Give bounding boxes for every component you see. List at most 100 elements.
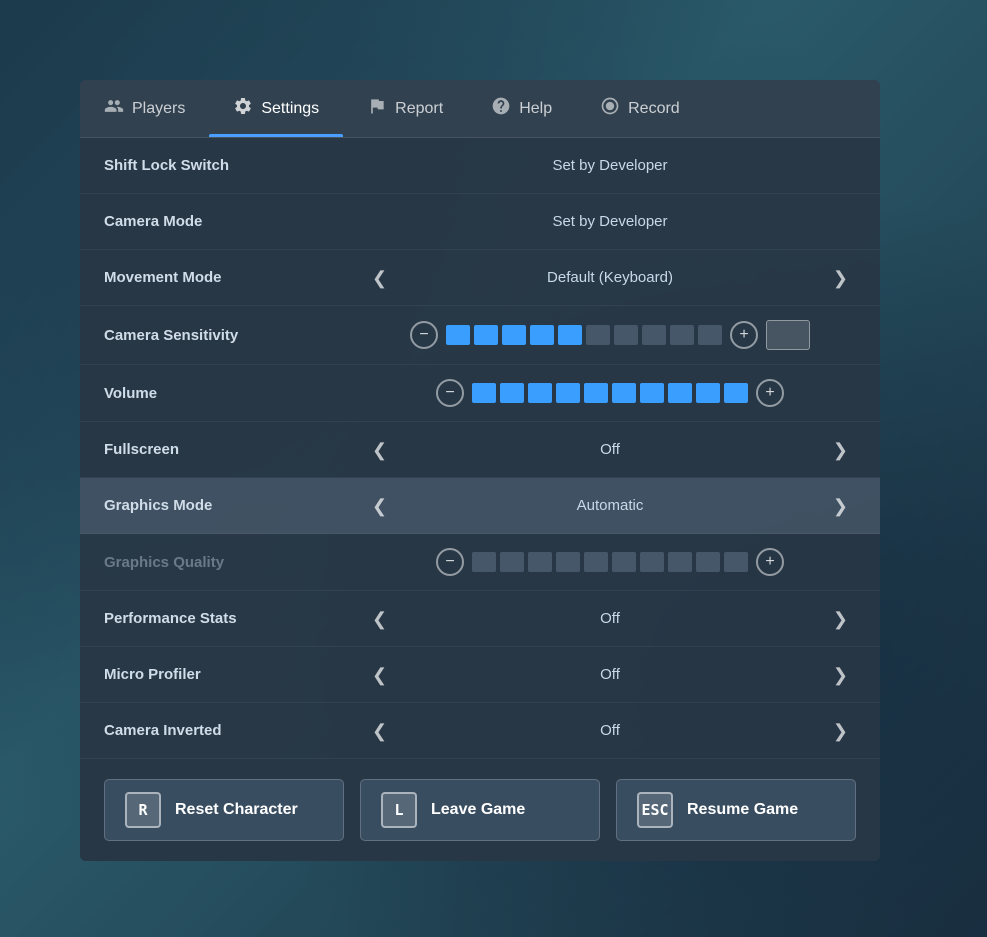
camera-sensitivity-input[interactable]: 1 bbox=[766, 320, 810, 350]
gq-bar-9 bbox=[696, 552, 720, 572]
bottom-buttons: R Reset Character L Leave Game ESC Resum… bbox=[80, 759, 880, 861]
graphics-mode-left[interactable]: ❮ bbox=[364, 493, 395, 519]
bar-7 bbox=[614, 325, 638, 345]
camera-inverted-control: ❮ Off ❯ bbox=[364, 718, 856, 744]
camera-mode-value: Set by Developer bbox=[364, 213, 856, 230]
setting-camera-mode: Camera Mode Set by Developer bbox=[80, 194, 880, 250]
gq-bar-6 bbox=[612, 552, 636, 572]
fullscreen-label: Fullscreen bbox=[104, 441, 364, 458]
tab-record-label: Record bbox=[628, 100, 680, 118]
flag-icon bbox=[367, 96, 387, 121]
tab-report-label: Report bbox=[395, 100, 443, 118]
vol-bar-8 bbox=[668, 383, 692, 403]
graphics-mode-label: Graphics Mode bbox=[104, 497, 364, 514]
bar-3 bbox=[502, 325, 526, 345]
bar-5 bbox=[558, 325, 582, 345]
movement-mode-label: Movement Mode bbox=[104, 269, 364, 286]
tab-settings[interactable]: Settings bbox=[209, 80, 343, 137]
graphics-quality-minus: − bbox=[436, 548, 464, 576]
micro-profiler-label: Micro Profiler bbox=[104, 666, 364, 683]
bar-10 bbox=[698, 325, 722, 345]
settings-panel: Players Settings Report bbox=[80, 80, 880, 861]
record-icon bbox=[600, 96, 620, 121]
setting-movement-mode: Movement Mode ❮ Default (Keyboard) ❯ bbox=[80, 250, 880, 306]
setting-shift-lock: Shift Lock Switch Set by Developer bbox=[80, 138, 880, 194]
performance-stats-control: ❮ Off ❯ bbox=[364, 606, 856, 632]
shift-lock-value: Set by Developer bbox=[364, 157, 856, 174]
tab-report[interactable]: Report bbox=[343, 80, 467, 137]
setting-volume: Volume − + bbox=[80, 365, 880, 422]
vol-bar-6 bbox=[612, 383, 636, 403]
camera-inverted-left[interactable]: ❮ bbox=[364, 718, 395, 744]
setting-fullscreen: Fullscreen ❮ Off ❯ bbox=[80, 422, 880, 478]
gq-bar-1 bbox=[472, 552, 496, 572]
reset-label: Reset Character bbox=[175, 801, 298, 819]
gq-bar-2 bbox=[500, 552, 524, 572]
leave-key-badge: L bbox=[381, 792, 417, 828]
bar-2 bbox=[474, 325, 498, 345]
graphics-mode-control: ❮ Automatic ❯ bbox=[364, 493, 856, 519]
movement-mode-left[interactable]: ❮ bbox=[364, 265, 395, 291]
resume-label: Resume Game bbox=[687, 801, 798, 819]
performance-stats-right[interactable]: ❯ bbox=[825, 606, 856, 632]
vol-bar-9 bbox=[696, 383, 720, 403]
micro-profiler-left[interactable]: ❮ bbox=[364, 662, 395, 688]
setting-camera-inverted: Camera Inverted ❮ Off ❯ bbox=[80, 703, 880, 759]
fullscreen-value: Off bbox=[403, 441, 817, 458]
fullscreen-right[interactable]: ❯ bbox=[825, 437, 856, 463]
camera-sensitivity-plus[interactable]: + bbox=[730, 321, 758, 349]
graphics-quality-label: Graphics Quality bbox=[104, 554, 364, 571]
reset-character-button[interactable]: R Reset Character bbox=[104, 779, 344, 841]
gear-icon bbox=[233, 96, 253, 121]
camera-sensitivity-bars bbox=[446, 325, 722, 345]
camera-sensitivity-label: Camera Sensitivity bbox=[104, 327, 364, 344]
camera-sensitivity-minus[interactable]: − bbox=[410, 321, 438, 349]
camera-sensitivity-slider: − + 1 bbox=[364, 320, 856, 350]
camera-mode-label: Camera Mode bbox=[104, 213, 364, 230]
vol-bar-4 bbox=[556, 383, 580, 403]
fullscreen-left[interactable]: ❮ bbox=[364, 437, 395, 463]
leave-game-button[interactable]: L Leave Game bbox=[360, 779, 600, 841]
volume-plus[interactable]: + bbox=[756, 379, 784, 407]
setting-performance-stats: Performance Stats ❮ Off ❯ bbox=[80, 591, 880, 647]
bar-8 bbox=[642, 325, 666, 345]
settings-content: Shift Lock Switch Set by Developer Camer… bbox=[80, 138, 880, 759]
volume-minus[interactable]: − bbox=[436, 379, 464, 407]
vol-bar-3 bbox=[528, 383, 552, 403]
bar-9 bbox=[670, 325, 694, 345]
micro-profiler-value: Off bbox=[403, 666, 817, 683]
tab-players-label: Players bbox=[132, 100, 185, 118]
setting-micro-profiler: Micro Profiler ❮ Off ❯ bbox=[80, 647, 880, 703]
graphics-mode-value: Automatic bbox=[403, 497, 817, 514]
gq-bar-5 bbox=[584, 552, 608, 572]
leave-label: Leave Game bbox=[431, 801, 525, 819]
camera-inverted-value: Off bbox=[403, 722, 817, 739]
vol-bar-2 bbox=[500, 383, 524, 403]
resume-game-button[interactable]: ESC Resume Game bbox=[616, 779, 856, 841]
people-icon bbox=[104, 96, 124, 121]
micro-profiler-control: ❮ Off ❯ bbox=[364, 662, 856, 688]
setting-camera-sensitivity: Camera Sensitivity − + 1 bbox=[80, 306, 880, 365]
resume-key-badge: ESC bbox=[637, 792, 673, 828]
volume-label: Volume bbox=[104, 385, 364, 402]
graphics-mode-right[interactable]: ❯ bbox=[825, 493, 856, 519]
graphics-quality-plus: + bbox=[756, 548, 784, 576]
movement-mode-value: Default (Keyboard) bbox=[403, 269, 817, 286]
tab-settings-label: Settings bbox=[261, 100, 319, 118]
graphics-quality-bars bbox=[472, 552, 748, 572]
movement-mode-right[interactable]: ❯ bbox=[825, 265, 856, 291]
vol-bar-10 bbox=[724, 383, 748, 403]
tab-record[interactable]: Record bbox=[576, 80, 704, 137]
performance-stats-value: Off bbox=[403, 610, 817, 627]
micro-profiler-right[interactable]: ❯ bbox=[825, 662, 856, 688]
vol-bar-7 bbox=[640, 383, 664, 403]
performance-stats-left[interactable]: ❮ bbox=[364, 606, 395, 632]
fullscreen-control: ❮ Off ❯ bbox=[364, 437, 856, 463]
camera-inverted-right[interactable]: ❯ bbox=[825, 718, 856, 744]
tab-help[interactable]: Help bbox=[467, 80, 576, 137]
tab-help-label: Help bbox=[519, 100, 552, 118]
bar-1 bbox=[446, 325, 470, 345]
setting-graphics-mode: Graphics Mode ❮ Automatic ❯ bbox=[80, 478, 880, 534]
tab-players[interactable]: Players bbox=[80, 80, 209, 137]
gq-bar-8 bbox=[668, 552, 692, 572]
